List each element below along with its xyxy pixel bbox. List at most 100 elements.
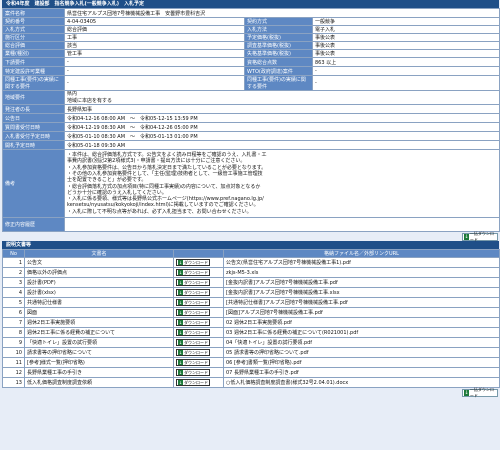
doc-name: 週休2日工事に係る経費の補正について bbox=[24, 327, 174, 338]
download-label: ダウンロード bbox=[184, 299, 208, 305]
info-label: 修正内容履歴 bbox=[2, 217, 65, 232]
download-label: ダウンロード bbox=[184, 379, 208, 385]
file-link[interactable]: 公告文(県営住宅アルプス団地7号棟機械設備工事1).pdf bbox=[226, 260, 351, 266]
doc-file-cell: 07 長野県業種工事の手引き.pdf bbox=[223, 367, 500, 378]
download-button[interactable]: ↓ ダウンロード bbox=[176, 279, 210, 286]
download-icon: ↓ bbox=[178, 350, 183, 355]
download-button[interactable]: ↓ ダウンロード bbox=[176, 319, 210, 326]
info-value: 863 以上 bbox=[311, 57, 500, 67]
info-value: 管工事 bbox=[64, 49, 245, 58]
info-value: 総合評価 bbox=[64, 25, 245, 34]
download-label: ダウンロード bbox=[184, 349, 208, 355]
info-row: 契約番号 4-04-03405 契約方式 一般競争 bbox=[2, 17, 500, 26]
file-link[interactable]: 07 長野県業種工事の手引き.pdf bbox=[226, 370, 299, 376]
doc-download-cell: ↓ ダウンロード bbox=[173, 267, 224, 278]
download-button[interactable]: ↓ ダウンロード bbox=[176, 289, 210, 296]
doc-file-cell: ○低入札価格調査制度調査書(様式32号2.04.01).docx bbox=[223, 377, 500, 388]
download-label: ダウンロード bbox=[184, 259, 208, 265]
bulk-download-button[interactable]: ↓ 一括ダウンロード bbox=[462, 231, 498, 242]
doc-download-cell: ↓ ダウンロード bbox=[173, 347, 224, 358]
download-button[interactable]: ↓ ダウンロード bbox=[176, 269, 210, 276]
doc-file-cell: 04「快適トイレ」設置の試行要領.pdf bbox=[223, 337, 500, 348]
table-row: 1 公告文 ↓ ダウンロード 公告文(県営住宅アルプス団地7号棟機械設備工事1).pdf bbox=[2, 257, 500, 268]
table-row: 4 設計書(xlsx) ↓ ダウンロード [金抜内訳書]アルプス団地7号棟機械設備工事.… bbox=[2, 287, 500, 298]
doc-file-cell: zkjs-M5-3.xls bbox=[223, 267, 500, 278]
file-link[interactable]: [金抜内訳書]アルプス団地7号棟機械設備工事.xlsx bbox=[226, 290, 340, 296]
info-label: 業種(種別) bbox=[2, 49, 65, 58]
download-button[interactable]: ↓ ダウンロード bbox=[176, 329, 210, 336]
info-label: 入札方式 bbox=[2, 25, 65, 34]
download-icon: ↓ bbox=[178, 360, 183, 365]
doc-no: 7 bbox=[2, 317, 25, 328]
info-row: 総合評価 該当 調査基準価格(税抜) 事後公表 bbox=[2, 41, 500, 50]
download-label: ダウンロード bbox=[184, 359, 208, 365]
download-button[interactable]: ↓ ダウンロード bbox=[176, 259, 210, 266]
file-link[interactable]: ○低入札価格調査制度調査書(様式32号2.04.01).docx bbox=[226, 380, 348, 386]
doc-name: 長野県業種工事の手引き bbox=[24, 367, 174, 378]
download-button[interactable]: ↓ ダウンロード bbox=[176, 359, 210, 366]
info-label: 地域要件 bbox=[2, 90, 65, 105]
info-value: 該当 bbox=[64, 41, 245, 50]
file-link[interactable]: zkjs-M5-3.xls bbox=[226, 270, 258, 276]
info-row: 公告日 令和04-12-16 08:00 AM 〜 令和05-12-15 13:5… bbox=[2, 113, 500, 123]
file-link[interactable]: 04「快適トイレ」設置の試行要領.pdf bbox=[226, 340, 312, 346]
info-value: 県営住宅アルプス団地7号棟機械設備工事 安曇野市豊科吉沢 bbox=[63, 8, 500, 18]
info-label: WTO(政府調達)案件 bbox=[244, 66, 313, 76]
download-icon: ↓ bbox=[178, 340, 183, 345]
doc-file-cell: 02 週休2日工事実施要領.pdf bbox=[223, 317, 500, 328]
info-value: 令和04-12-19 08:30 AM 〜 令和04-12-26 05:00 P… bbox=[63, 122, 500, 132]
download-button[interactable]: ↓ ダウンロード bbox=[176, 349, 210, 356]
download-icon: ↓ bbox=[178, 380, 183, 385]
file-link[interactable]: 06 [参考]書類一覧(押印省略).pdf bbox=[226, 360, 301, 366]
file-link[interactable]: [金抜内訳書]アルプス団地7号棟機械設備工事.pdf bbox=[226, 280, 338, 286]
download-icon: ↓ bbox=[178, 370, 183, 375]
bulk-download-button-bottom[interactable]: ↓ 一括ダウンロード bbox=[462, 387, 498, 398]
download-icon: ↓ bbox=[178, 290, 183, 295]
col-header-no: No bbox=[2, 249, 25, 258]
file-link[interactable]: 03 週休2日工事に係る経費の補正について(R021001).pdf bbox=[226, 330, 358, 336]
info-label: 契約番号 bbox=[2, 17, 65, 26]
doc-no: 1 bbox=[2, 257, 25, 268]
doc-name: 請求書等の押印省略について bbox=[24, 347, 174, 358]
info-row: 質問書受付日時 令和04-12-19 08:30 AM 〜 令和04-12-26 … bbox=[2, 122, 500, 132]
doc-download-cell: ↓ ダウンロード bbox=[173, 277, 224, 288]
doc-no: 4 bbox=[2, 287, 25, 298]
table-row: 2 価格以外の評価点 ↓ ダウンロード zkjs-M5-3.xls bbox=[2, 267, 500, 278]
doc-name: 設計書(xlsx) bbox=[24, 287, 174, 298]
table-row: 11 [参考]様式一覧(押印省略) ↓ ダウンロード 06 [参考]書類一覧(押印省略)… bbox=[2, 357, 500, 368]
table-row: 8 週休2日工事に係る経費の補正について ↓ ダウンロード 03 週休2日工事に係る経費… bbox=[2, 327, 500, 338]
doc-download-cell: ↓ ダウンロード bbox=[173, 297, 224, 308]
page-title: 令和4年度 建設部 指名競争入札(一般競争入札) 入札予定 bbox=[2, 0, 499, 8]
download-icon: ↓ bbox=[178, 320, 183, 325]
doc-name: 低入札価格調査制度調査依頼 bbox=[24, 377, 174, 388]
download-button[interactable]: ↓ ダウンロード bbox=[176, 339, 210, 346]
download-label: ダウンロード bbox=[184, 309, 208, 315]
table-row: 13 低入札価格調査制度調査依頼 ↓ ダウンロード ○低入札価格調査制度調査書(様式32… bbox=[2, 377, 500, 388]
file-link[interactable]: 05 請求書等の押印省略について.pdf bbox=[226, 350, 309, 356]
download-button[interactable]: ↓ ダウンロード bbox=[176, 299, 210, 306]
doc-file-cell: [金抜内訳書]アルプス団地7号棟機械設備工事.xlsx bbox=[223, 287, 500, 298]
doc-no: 13 bbox=[2, 377, 25, 388]
info-label: 公告日 bbox=[2, 113, 65, 123]
info-label: 質問書受付日時 bbox=[2, 122, 65, 132]
download-icon: ↓ bbox=[178, 260, 183, 265]
info-value: - bbox=[64, 75, 245, 91]
file-link[interactable]: 02 週休2日工事実施要領.pdf bbox=[226, 320, 292, 326]
download-button[interactable]: ↓ ダウンロード bbox=[176, 309, 210, 316]
info-value: 一般競争 bbox=[311, 17, 500, 26]
download-button[interactable]: ↓ ダウンロード bbox=[176, 379, 210, 386]
download-label: ダウンロード bbox=[184, 279, 208, 285]
col-header-name: 文書名 bbox=[24, 249, 174, 258]
col-header-download bbox=[173, 249, 224, 258]
info-row: 入札方式 総合評価 入札方法 電子入札 bbox=[2, 25, 500, 34]
file-link[interactable]: [共通特記仕様書]アルプス団地7号棟機械設備工事.pdf bbox=[226, 300, 348, 306]
info-label: 同種工事(要件)の実績に関する要件 bbox=[244, 75, 313, 91]
table-row: 10 請求書等の押印省略について ↓ ダウンロード 05 請求書等の押印省略について.p… bbox=[2, 347, 500, 358]
file-link[interactable]: [図面]アルプス団地7号棟機械設備工事.pdf bbox=[226, 310, 323, 316]
download-button[interactable]: ↓ ダウンロード bbox=[176, 369, 210, 376]
info-label: 特定建設許可業種 bbox=[2, 66, 65, 76]
info-value: - bbox=[311, 66, 500, 76]
info-value: 県内 地域に本店を有する bbox=[63, 90, 500, 105]
info-value: 令和05-01-10 08:30 AM 〜 令和05-01-13 01:00 P… bbox=[63, 131, 500, 141]
info-value: 工事 bbox=[64, 33, 245, 42]
